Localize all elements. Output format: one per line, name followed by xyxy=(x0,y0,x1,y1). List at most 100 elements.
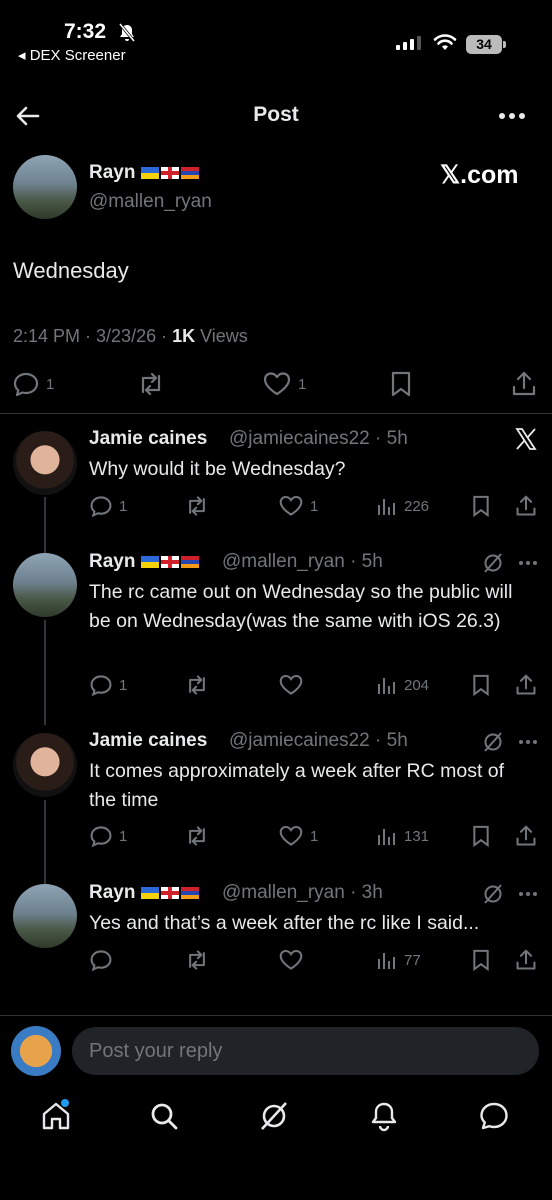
bookmark-button[interactable] xyxy=(389,370,413,398)
author-name[interactable]: Jamie caines xyxy=(89,428,207,450)
reply-count: 1 xyxy=(119,827,128,845)
like-button[interactable]: 1 xyxy=(278,824,318,848)
like-button[interactable] xyxy=(278,673,304,697)
author-name[interactable]: Rayn xyxy=(89,551,200,573)
like-icon xyxy=(263,372,291,396)
bookmark-icon xyxy=(391,371,411,397)
share-button[interactable] xyxy=(511,370,537,398)
top-bar: Post xyxy=(0,96,552,136)
views-icon xyxy=(378,829,395,845)
reply-icon xyxy=(90,675,112,697)
bookmark-button[interactable] xyxy=(471,494,491,518)
flags xyxy=(141,555,200,568)
reply-button[interactable] xyxy=(89,948,113,972)
reply-actions: 1 204 xyxy=(0,673,552,703)
xcom-watermark: 𝕏.com xyxy=(440,161,519,189)
views-count: 1K xyxy=(172,326,196,346)
repost-icon xyxy=(189,950,205,970)
reply-icon xyxy=(90,826,112,848)
repost-button[interactable] xyxy=(184,824,210,848)
more-icon[interactable] xyxy=(518,891,538,897)
repost-icon xyxy=(189,826,205,846)
reply-button[interactable]: 1 xyxy=(12,370,54,398)
bookmark-icon xyxy=(473,949,489,972)
bookmark-button[interactable] xyxy=(471,673,491,697)
bookmark-button[interactable] xyxy=(471,948,491,972)
grok-icon[interactable] xyxy=(258,1100,290,1132)
like-button[interactable]: 1 xyxy=(278,494,318,518)
author-name[interactable]: Jamie caines xyxy=(89,730,207,752)
reply-button[interactable]: 1 xyxy=(89,824,127,848)
reply-actions: 1 1 131 xyxy=(0,824,552,854)
reply-input[interactable]: Post your reply xyxy=(72,1027,539,1075)
reply-count: 1 xyxy=(119,676,128,694)
reply-actions: 77 xyxy=(0,948,552,978)
author-handle[interactable]: @jamiecaines22 · 5h xyxy=(229,730,408,752)
repost-icon xyxy=(189,496,205,516)
messages-icon[interactable] xyxy=(478,1100,510,1132)
reply-count: 1 xyxy=(46,375,55,393)
search-icon[interactable] xyxy=(148,1100,180,1132)
grok-icon[interactable] xyxy=(482,552,504,574)
notifications-icon[interactable] xyxy=(368,1100,400,1132)
signal-icon xyxy=(396,36,421,50)
like-icon xyxy=(279,674,303,695)
author-name-text: Rayn xyxy=(89,551,136,572)
share-icon xyxy=(516,495,536,516)
repost-button[interactable] xyxy=(184,948,210,972)
share-button[interactable] xyxy=(515,824,537,848)
post-time-date[interactable]: 2:14 PM · 3/23/26 · xyxy=(13,326,172,346)
avatar[interactable] xyxy=(13,553,77,617)
post-text: Wednesday xyxy=(13,258,129,283)
repost-button[interactable] xyxy=(184,494,210,518)
reply-text: It comes approximately a week after RC m… xyxy=(89,760,505,811)
avatar[interactable] xyxy=(13,733,77,797)
grok-icon[interactable] xyxy=(482,731,504,753)
like-button[interactable]: 1 xyxy=(262,370,306,398)
flags xyxy=(141,166,200,179)
share-icon xyxy=(516,674,536,695)
reply-button[interactable]: 1 xyxy=(89,494,127,518)
more-icon[interactable] xyxy=(518,560,538,566)
more-icon[interactable] xyxy=(518,739,538,745)
author-handle[interactable]: @jamiecaines22 · 5h xyxy=(229,428,408,450)
bookmark-button[interactable] xyxy=(471,824,491,848)
avatar[interactable] xyxy=(13,884,77,948)
views-count: 77 xyxy=(404,951,421,969)
share-button[interactable] xyxy=(515,494,537,518)
more-icon[interactable] xyxy=(498,112,526,120)
views-button[interactable]: 77 xyxy=(376,950,421,970)
views-icon xyxy=(378,499,395,515)
repost-button[interactable] xyxy=(184,673,210,697)
views-icon xyxy=(378,953,395,969)
post-actions: 1 1 xyxy=(0,370,552,400)
author-handle[interactable]: @mallen_ryan · 3h xyxy=(222,882,383,904)
views-button[interactable]: 131 xyxy=(376,826,429,846)
like-icon xyxy=(279,949,303,970)
bottom-nav xyxy=(0,1090,552,1150)
views-button[interactable]: 226 xyxy=(376,496,429,516)
reply-button[interactable]: 1 xyxy=(89,673,127,697)
share-button[interactable] xyxy=(515,673,537,697)
like-button[interactable] xyxy=(278,948,304,972)
bell-off-icon xyxy=(118,23,136,42)
author-handle[interactable]: @mallen_ryan · 5h xyxy=(222,551,383,573)
avatar[interactable] xyxy=(13,155,77,219)
reply-text: Yes and that’s a week after the rc like … xyxy=(89,912,480,934)
back-to-app-link[interactable]: ◂ DEX Screener xyxy=(18,46,126,64)
grok-icon[interactable] xyxy=(482,883,504,905)
reply-icon xyxy=(90,496,112,518)
views-button[interactable]: 204 xyxy=(376,675,429,695)
share-icon xyxy=(512,371,536,396)
author-handle[interactable]: @mallen_ryan xyxy=(89,191,212,213)
author-name-text: Rayn xyxy=(89,882,136,903)
share-button[interactable] xyxy=(515,948,537,972)
status-time: 7:32 xyxy=(64,20,107,43)
author-name[interactable]: Rayn xyxy=(89,162,200,184)
author-name[interactable]: Rayn xyxy=(89,882,200,904)
avatar[interactable] xyxy=(11,1026,61,1076)
avatar[interactable] xyxy=(13,431,77,495)
repost-button[interactable] xyxy=(136,370,166,398)
reply-text: The rc came out on Wednesday so the publ… xyxy=(89,581,513,632)
like-icon xyxy=(279,495,303,516)
